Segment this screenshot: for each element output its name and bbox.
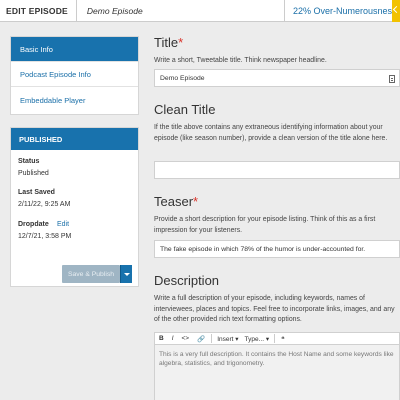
publish-panel-header: PUBLISHED bbox=[11, 128, 138, 150]
insert-dropdown[interactable]: Insert ▾ bbox=[214, 335, 241, 343]
episode-name: Demo Episode bbox=[86, 5, 143, 16]
teaser-help: Provide a short description for your epi… bbox=[154, 216, 376, 234]
teaser-heading: Teaser* bbox=[154, 194, 199, 209]
clean-title-input[interactable] bbox=[154, 161, 400, 179]
title-help: Write a short, Tweetable title. Think ne… bbox=[154, 57, 327, 64]
teaser-input-value: The fake episode in which 78% of the hum… bbox=[160, 245, 366, 253]
teaser-input[interactable]: The fake episode in which 78% of the hum… bbox=[154, 240, 400, 258]
publish-panel: PUBLISHED Status Published Last Saved 2/… bbox=[10, 127, 139, 287]
rich-text-toolbar: B I <> 🔗 Insert ▾ Type... ▾ ❝ bbox=[154, 332, 400, 345]
dropdate-label: Dropdate bbox=[18, 221, 49, 228]
type-dropdown[interactable]: Type... ▾ bbox=[242, 335, 273, 343]
quote-icon[interactable]: ❝ bbox=[277, 335, 289, 343]
required-marker: * bbox=[193, 194, 199, 209]
nav-item-podcast-episode-info[interactable]: Podcast Episode Info bbox=[11, 62, 138, 87]
episode-nav: Basic Info Podcast Episode Info Embeddab… bbox=[10, 36, 139, 115]
save-options-dropdown[interactable] bbox=[120, 265, 132, 283]
link-icon[interactable]: 🔗 bbox=[193, 335, 209, 343]
episode-form: Title* Write a short, Tweetable title. T… bbox=[154, 0, 400, 400]
divider bbox=[75, 0, 77, 22]
last-saved-label: Last Saved bbox=[18, 189, 55, 196]
toolbar-divider bbox=[211, 334, 213, 343]
section-title: EDIT EPISODE bbox=[6, 5, 68, 16]
bold-button[interactable]: B bbox=[155, 335, 168, 342]
description-heading: Description bbox=[154, 273, 220, 288]
description-editor[interactable]: This is a very full description. It cont… bbox=[154, 345, 400, 400]
clean-title-heading: Clean Title bbox=[154, 102, 216, 117]
title-input[interactable]: Demo Episode bbox=[154, 69, 400, 87]
dropdate-edit-link[interactable]: Edit bbox=[57, 221, 69, 228]
clean-title-help: If the title above contains any extraneo… bbox=[154, 124, 388, 142]
italic-button[interactable]: I bbox=[168, 335, 178, 342]
nav-item-basic-info[interactable]: Basic Info bbox=[11, 37, 138, 62]
last-saved-value: 2/11/22, 9:25 AM bbox=[18, 201, 71, 208]
description-help: Write a full description of your episode… bbox=[154, 295, 395, 323]
title-input-value: Demo Episode bbox=[160, 74, 205, 82]
code-button[interactable]: <> bbox=[178, 335, 194, 342]
character-count-icon[interactable] bbox=[389, 75, 395, 83]
status-value: Published bbox=[18, 170, 49, 177]
dropdate-value: 12/7/21, 3:58 PM bbox=[18, 233, 72, 240]
save-publish-button[interactable]: Save & Publish bbox=[62, 265, 120, 283]
status-label: Status bbox=[18, 158, 40, 165]
required-marker: * bbox=[178, 35, 184, 50]
toolbar-divider bbox=[274, 334, 276, 343]
nav-item-embeddable-player[interactable]: Embeddable Player bbox=[11, 87, 138, 114]
title-heading: Title* bbox=[154, 35, 184, 50]
caret-down-icon bbox=[123, 272, 130, 276]
